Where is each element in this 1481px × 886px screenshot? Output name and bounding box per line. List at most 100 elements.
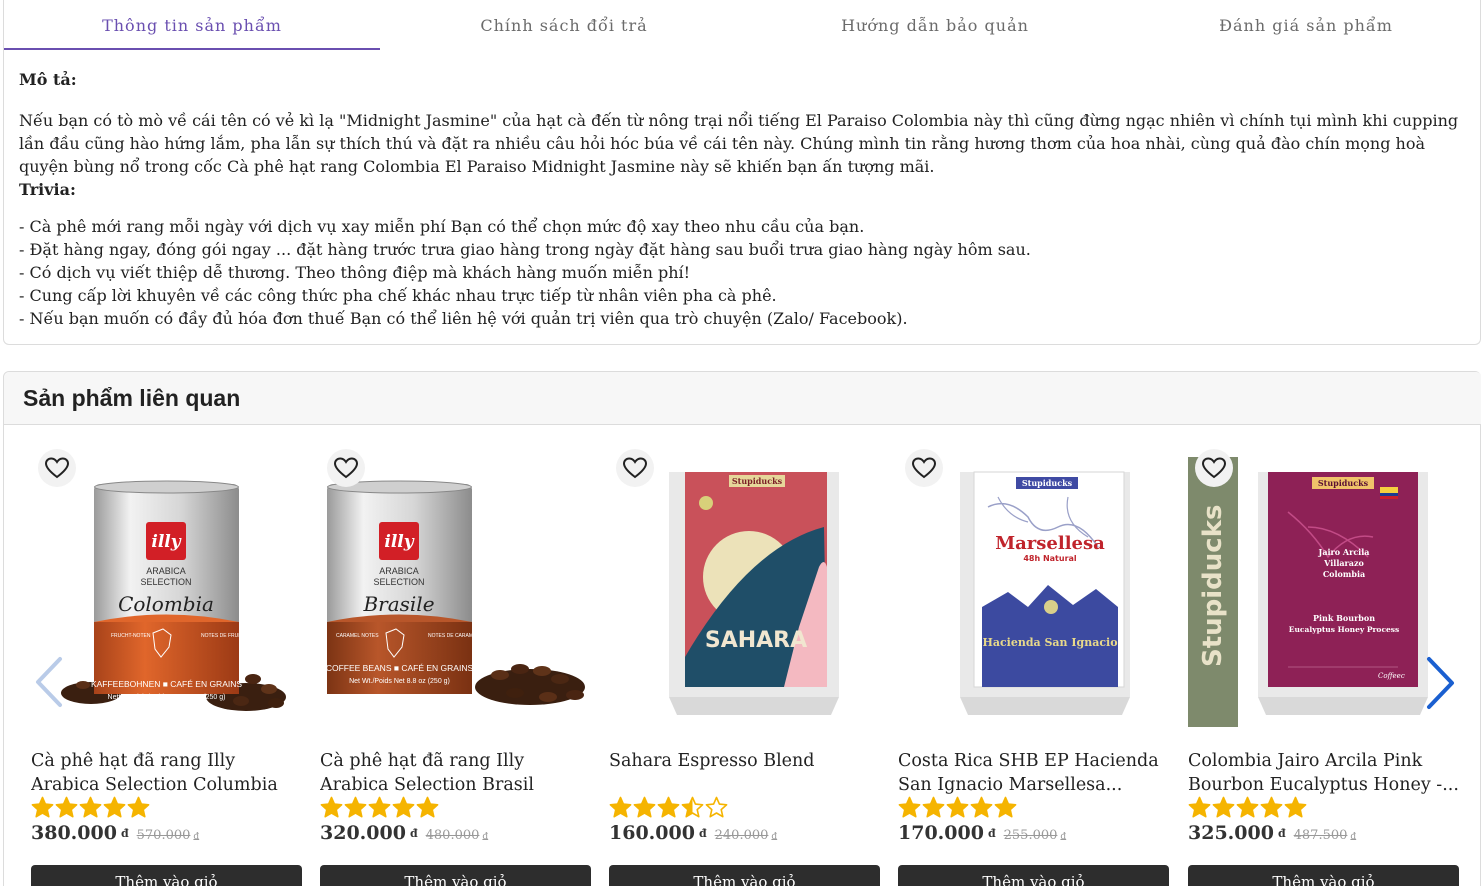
product-rating bbox=[898, 796, 1017, 820]
product-image[interactable]: illy ARABICA SELECTION Colombia FRUCHT-N… bbox=[31, 457, 302, 729]
trivia-heading: Trivia: bbox=[19, 180, 76, 199]
product-price: 170.000 bbox=[898, 822, 984, 844]
coffee-beans-pile bbox=[475, 664, 585, 705]
star-icon bbox=[31, 796, 54, 818]
description-line: Nếu bạn có tò mò về cái tên có vẻ kì lạ … bbox=[19, 111, 1459, 130]
svg-text:illy: illy bbox=[384, 532, 414, 552]
star-icon bbox=[705, 796, 728, 818]
product-image[interactable]: Stupiducks Marsellesa 48h Natural Hacien… bbox=[898, 457, 1169, 729]
product-old-price: 487.500 đ bbox=[1293, 828, 1357, 843]
star-icon bbox=[368, 796, 391, 818]
star-icon bbox=[416, 796, 439, 818]
svg-text:NOTES DE FRUITS: NOTES DE FRUITS bbox=[201, 633, 247, 639]
coffee-bag: Stupiducks Stupiducks Jairo Arcila Villa… bbox=[1188, 457, 1428, 727]
chevron-right-icon[interactable] bbox=[1424, 656, 1456, 710]
svg-text:KAFFEEBOHNEN ■ CAFÉ EN GRAINS: KAFFEEBOHNEN ■ CAFÉ EN GRAINS bbox=[91, 679, 242, 689]
product-card[interactable]: illy ARABICA SELECTION Brasile CARAMEL N… bbox=[320, 449, 591, 886]
product-image[interactable]: Stupiducks Stupiducks Jairo Arcila Villa… bbox=[1188, 457, 1459, 729]
star-icon bbox=[994, 796, 1017, 818]
star-icon bbox=[946, 796, 969, 818]
tab-product-reviews[interactable]: Đánh giá sản phẩm bbox=[1118, 0, 1481, 50]
star-icon bbox=[320, 796, 343, 818]
product-old-price: 240.000 đ bbox=[714, 828, 778, 843]
product-image[interactable]: illy ARABICA SELECTION Brasile CARAMEL N… bbox=[320, 457, 591, 729]
product-name[interactable]: Cà phê hạt đã rang Illy Arabica Selectio… bbox=[320, 749, 595, 797]
svg-text:COFFEE BEANS ■ CAFÉ EN GRAINS: COFFEE BEANS ■ CAFÉ EN GRAINS bbox=[326, 663, 474, 673]
add-to-cart-button[interactable]: Thêm vào giỏ bbox=[609, 865, 880, 886]
trivia-item: - Nếu bạn muốn có đầy đủ hóa đơn thuế Bạ… bbox=[19, 309, 908, 328]
product-rating bbox=[31, 796, 150, 820]
svg-text:Stupiducks: Stupiducks bbox=[1318, 478, 1369, 488]
star-icon bbox=[609, 796, 632, 818]
heart-icon bbox=[334, 457, 358, 479]
svg-text:Marsellesa: Marsellesa bbox=[995, 533, 1105, 554]
product-price: 320.000 bbox=[320, 822, 406, 844]
wishlist-button[interactable] bbox=[38, 449, 76, 487]
product-name[interactable]: Sahara Espresso Blend bbox=[609, 749, 884, 773]
svg-text:Colombia: Colombia bbox=[1323, 569, 1365, 579]
tab-storage-guide[interactable]: Hướng dẫn bảo quản bbox=[747, 0, 1123, 50]
product-rating bbox=[609, 796, 728, 820]
star-icon bbox=[1236, 796, 1259, 818]
tab-return-policy[interactable]: Chính sách đổi trả bbox=[376, 0, 752, 50]
price-row: 320.000 đ 480.000 đ bbox=[320, 822, 488, 844]
currency-symbol: đ bbox=[120, 827, 129, 840]
product-card[interactable]: Stupiducks Marsellesa 48h Natural Hacien… bbox=[898, 449, 1169, 886]
product-price: 325.000 bbox=[1188, 822, 1274, 844]
description-line: lần đầu cũng hào hứng lắm, pha lẫn sự th… bbox=[19, 134, 1426, 153]
product-name[interactable]: Cà phê hạt đã rang Illy Arabica Selectio… bbox=[31, 749, 306, 797]
price-row: 380.000 đ 570.000 đ bbox=[31, 822, 199, 844]
product-name[interactable]: Colombia Jairo Arcila Pink Bourbon Eucal… bbox=[1188, 749, 1463, 797]
product-image[interactable]: Stupiducks SAHARA bbox=[609, 457, 880, 729]
chevron-left-icon[interactable] bbox=[34, 656, 64, 708]
wishlist-button[interactable] bbox=[905, 449, 943, 487]
svg-text:Stupiducks: Stupiducks bbox=[1198, 505, 1228, 668]
related-products-title: Sản phẩm liên quan bbox=[23, 385, 241, 411]
wishlist-button[interactable] bbox=[1195, 449, 1233, 487]
star-icon bbox=[970, 796, 993, 818]
product-card[interactable]: illy ARABICA SELECTION Colombia FRUCHT-N… bbox=[31, 449, 302, 886]
star-icon bbox=[392, 796, 415, 818]
product-card[interactable]: Stupiducks Stupiducks Jairo Arcila Villa… bbox=[1188, 449, 1459, 886]
star-icon bbox=[1284, 796, 1307, 818]
star-icon bbox=[1212, 796, 1235, 818]
wishlist-button[interactable] bbox=[327, 449, 365, 487]
svg-text:illy: illy bbox=[151, 532, 181, 552]
add-to-cart-button[interactable]: Thêm vào giỏ bbox=[320, 865, 591, 886]
tab-product-info[interactable]: Thông tin sản phẩm bbox=[4, 0, 380, 50]
trivia-item: - Cung cấp lời khuyên về các công thức p… bbox=[19, 286, 777, 305]
product-old-price: 480.000 đ bbox=[425, 828, 489, 843]
star-icon bbox=[79, 796, 102, 818]
currency-symbol: đ bbox=[698, 827, 707, 840]
product-rating bbox=[320, 796, 439, 820]
wishlist-button[interactable] bbox=[616, 449, 654, 487]
product-rating bbox=[1188, 796, 1307, 820]
svg-text:48h Natural: 48h Natural bbox=[1023, 554, 1077, 563]
star-icon bbox=[657, 796, 680, 818]
star-icon bbox=[898, 796, 921, 818]
tab-content: Mô tả: Nếu bạn có tò mò về cái tên có vẻ… bbox=[19, 68, 1474, 330]
heart-icon bbox=[1202, 457, 1226, 479]
svg-text:FRUCHT-NOTEN: FRUCHT-NOTEN bbox=[111, 633, 151, 639]
svg-text:ARABICA: ARABICA bbox=[146, 566, 186, 576]
add-to-cart-button[interactable]: Thêm vào giỏ bbox=[898, 865, 1169, 886]
star-icon bbox=[55, 796, 78, 818]
svg-text:NOTES DE CARAMEL: NOTES DE CARAMEL bbox=[428, 633, 479, 639]
svg-text:Villarazo: Villarazo bbox=[1323, 558, 1364, 568]
add-to-cart-button[interactable]: Thêm vào giỏ bbox=[1188, 865, 1459, 886]
svg-text:Coffeec: Coffeec bbox=[1378, 672, 1405, 680]
description-heading: Mô tả: bbox=[19, 70, 77, 89]
illy-can: illy ARABICA SELECTION Colombia FRUCHT-N… bbox=[91, 480, 247, 701]
trivia-item: - Cà phê mới rang mỗi ngày với dịch vụ x… bbox=[19, 217, 865, 236]
add-to-cart-button[interactable]: Thêm vào giỏ bbox=[31, 865, 302, 886]
coffee-bag: Stupiducks SAHARA bbox=[669, 472, 839, 715]
svg-text:Hacienda San Ignacio: Hacienda San Ignacio bbox=[982, 636, 1117, 649]
star-icon bbox=[681, 796, 704, 818]
svg-text:SAHARA: SAHARA bbox=[705, 628, 807, 653]
product-card[interactable]: Stupiducks SAHARA Sahara Espresso Blend … bbox=[609, 449, 880, 886]
price-row: 170.000 đ 255.000 đ bbox=[898, 822, 1066, 844]
product-name[interactable]: Costa Rica SHB EP Hacienda San Ignacio M… bbox=[898, 749, 1173, 797]
star-icon bbox=[633, 796, 656, 818]
tab-bar: Thông tin sản phẩm Chính sách đổi trả Hư… bbox=[4, 0, 1481, 50]
description-line: quyện bùng nổ trong cốc Cà phê hạt rang … bbox=[19, 157, 935, 176]
